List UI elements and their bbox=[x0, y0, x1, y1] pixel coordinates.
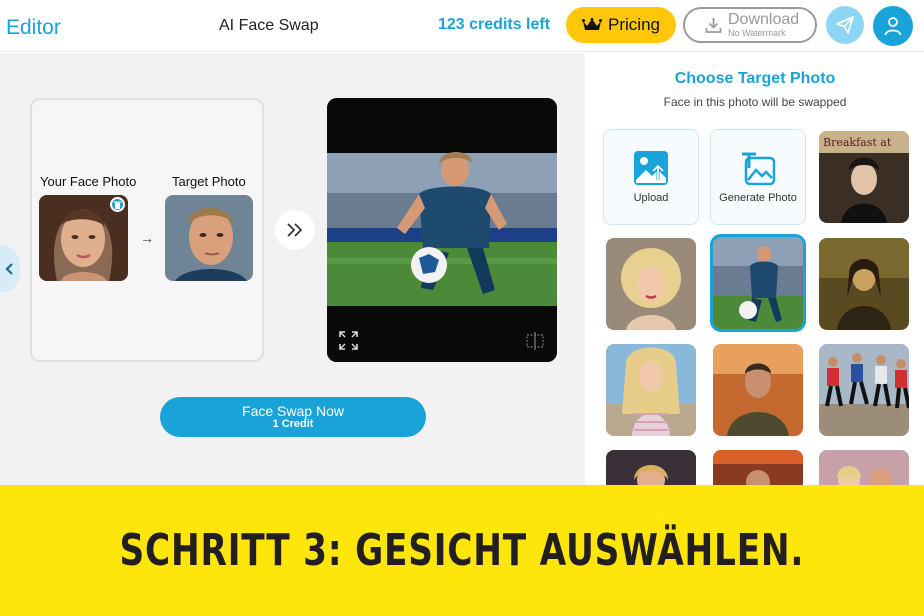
gallery-photo-blonde-curls[interactable] bbox=[606, 238, 696, 330]
gallery-photo-runners[interactable] bbox=[819, 344, 909, 436]
instruction-banner: SCHRITT 3: GESICHT AUSWÄHLEN. bbox=[0, 485, 924, 616]
result-preview bbox=[327, 98, 557, 362]
panel-subtitle: Face in this photo will be swapped bbox=[663, 95, 847, 109]
face-swap-app: Editor AI Face Swap 123 credits left Pri… bbox=[0, 0, 924, 616]
gallery-photo-row4-1[interactable] bbox=[606, 450, 696, 485]
image-upload-icon bbox=[634, 151, 668, 185]
generate-photo-icon bbox=[742, 152, 776, 186]
gallery-photo-pilot[interactable] bbox=[713, 344, 803, 436]
banner-text: SCHRITT 3: GESICHT AUSWÄHLEN. bbox=[119, 525, 805, 576]
face-swap-now-button[interactable]: Face Swap Now 1 Credit bbox=[160, 397, 426, 437]
compare-icon[interactable] bbox=[526, 332, 544, 350]
app-title: AI Face Swap bbox=[219, 17, 319, 34]
pricing-button[interactable]: Pricing bbox=[566, 7, 676, 43]
upload-tile[interactable]: Upload bbox=[603, 129, 699, 225]
send-icon bbox=[836, 16, 854, 34]
arrow-right-icon: → bbox=[140, 230, 154, 246]
your-face-label: Your Face Photo bbox=[40, 174, 137, 189]
delete-face-button[interactable] bbox=[110, 197, 125, 212]
gallery-photo-row4-2[interactable] bbox=[713, 450, 803, 485]
panel-title: Choose Target Photo bbox=[674, 70, 836, 87]
delete-icon bbox=[114, 201, 121, 209]
user-icon bbox=[884, 17, 902, 36]
gallery-photo-mona-lisa[interactable] bbox=[819, 238, 909, 330]
credits-counter: 123 credits left bbox=[438, 16, 551, 33]
gallery-photo-soccer-player[interactable] bbox=[710, 234, 806, 332]
generate-photo-tile[interactable]: Generate Photo bbox=[710, 129, 806, 225]
download-button[interactable]: Download No Watermark bbox=[683, 7, 817, 43]
upload-label: Upload bbox=[633, 192, 669, 204]
top-bar: Editor AI Face Swap 123 credits left Pri… bbox=[0, 0, 924, 52]
target-photo-thumbnail[interactable] bbox=[165, 195, 253, 281]
download-label: Download bbox=[728, 11, 800, 28]
double-chevron-right-icon bbox=[287, 223, 303, 237]
breakfast-sign-text: Breakfast at bbox=[823, 136, 892, 149]
account-button[interactable] bbox=[873, 6, 913, 46]
target-photo-label: Target Photo bbox=[172, 174, 246, 189]
gallery-photo-blonde-dress[interactable] bbox=[606, 344, 696, 436]
crown-icon bbox=[582, 18, 603, 30]
gallery-photo-row4-3[interactable] bbox=[819, 450, 909, 485]
expand-icon[interactable] bbox=[339, 331, 358, 350]
download-sublabel: No Watermark bbox=[728, 28, 786, 38]
swap-button-credit: 1 Credit bbox=[272, 417, 314, 430]
next-step-button[interactable] bbox=[275, 210, 315, 250]
swap-button-label: Face Swap Now bbox=[242, 402, 344, 419]
editor-link[interactable]: Editor bbox=[6, 16, 61, 40]
pricing-label: Pricing bbox=[608, 15, 660, 34]
generate-photo-label: Generate Photo bbox=[719, 192, 797, 204]
gallery-photo-breakfast[interactable]: Breakfast at bbox=[819, 131, 909, 223]
download-icon bbox=[705, 17, 722, 33]
chevron-left-icon bbox=[5, 263, 13, 275]
share-button[interactable] bbox=[826, 6, 864, 44]
